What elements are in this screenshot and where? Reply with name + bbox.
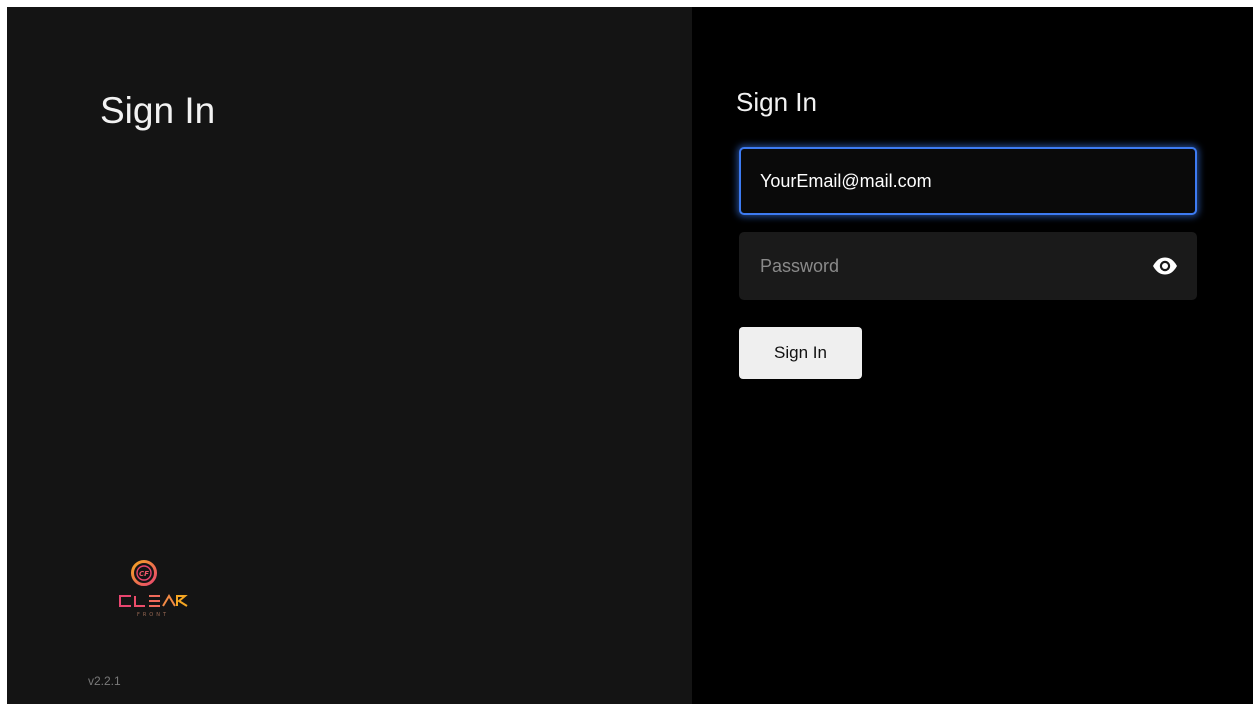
page-title: Sign In bbox=[100, 90, 216, 131]
sign-in-screen: Sign In CF FRONT v2.2.1 Sign In YourEmai… bbox=[7, 7, 1253, 704]
password-field[interactable]: Password bbox=[739, 232, 1197, 300]
left-panel: Sign In CF FRONT v2.2.1 bbox=[7, 7, 692, 704]
clear-front-logo: CF FRONT bbox=[117, 560, 212, 632]
version-label: v2.2.1 bbox=[88, 674, 121, 688]
form-title: Sign In bbox=[736, 87, 817, 117]
email-field[interactable]: YourEmail@mail.com bbox=[739, 147, 1197, 215]
eye-icon[interactable] bbox=[1151, 256, 1179, 276]
sign-in-button[interactable]: Sign In bbox=[739, 327, 862, 379]
logo-monogram: CF bbox=[139, 570, 149, 578]
logo-subtext: FRONT bbox=[137, 612, 169, 618]
email-value: YourEmail@mail.com bbox=[760, 170, 932, 191]
password-placeholder: Password bbox=[760, 255, 840, 276]
sign-in-form: Sign In YourEmail@mail.com Password Sign… bbox=[692, 7, 1253, 704]
